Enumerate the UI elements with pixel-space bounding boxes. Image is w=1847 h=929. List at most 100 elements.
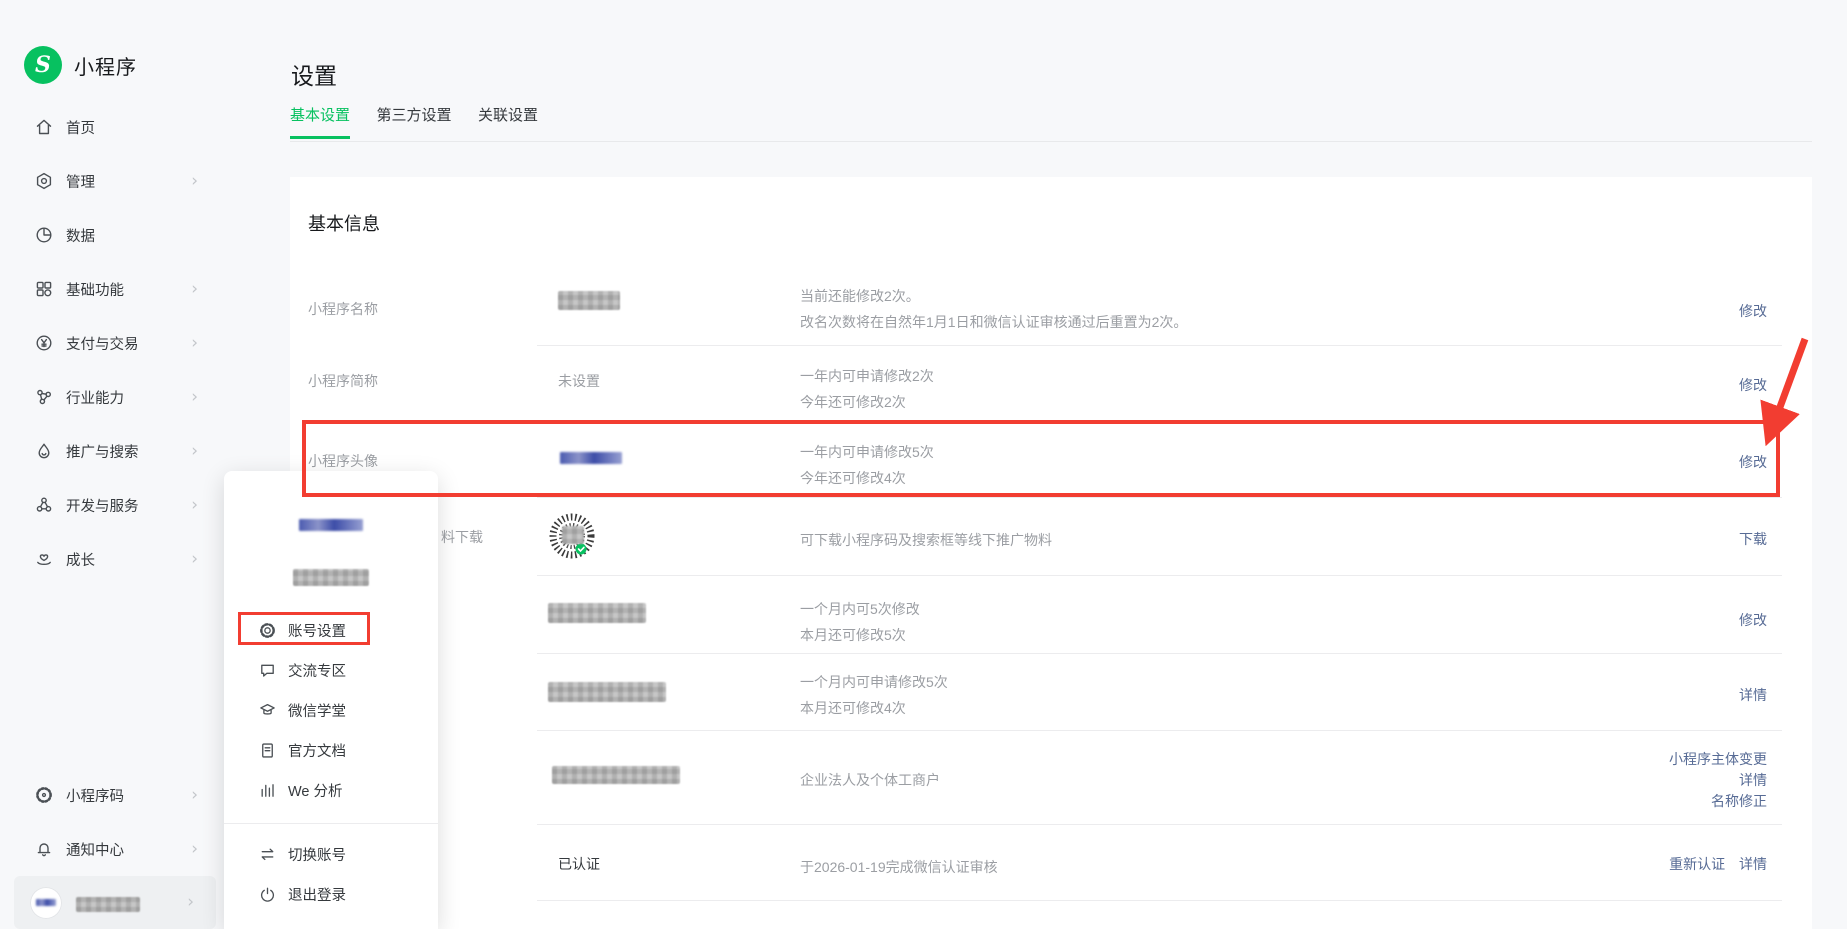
sidebar-item-label: 小程序码: [66, 785, 124, 806]
name-correction-link[interactable]: 名称修正: [1711, 791, 1767, 811]
verification-detail-link[interactable]: 详情: [1739, 856, 1767, 872]
chevron-right-icon: ›: [191, 335, 198, 352]
miniprogram-logo-icon: S: [24, 46, 62, 84]
row-divider: [537, 345, 1782, 346]
row-name-label: 小程序名称: [308, 299, 378, 319]
graduation-cap-icon: [258, 701, 277, 720]
sidebar-item-development[interactable]: 开发与服务 ›: [0, 478, 232, 532]
menu-item-label: 官方文档: [288, 740, 346, 761]
row-name-desc: 当前还能修改2次。 改名次数将在自然年1月1日和微信认证审核通过后重置为2次。: [800, 283, 1187, 335]
sidebar-item-industry[interactable]: 行业能力 ›: [0, 370, 232, 424]
settings-tabbar: 基本设置 第三方设置 关联设置: [290, 104, 1812, 142]
sidebar-item-label: 推广与搜索: [66, 441, 139, 462]
desc-line: 今年还可修改2次: [800, 389, 934, 415]
masked-row6-value: [548, 682, 666, 702]
detail-row6-link[interactable]: 详情: [1739, 685, 1767, 705]
menu-item-switch-account[interactable]: 切换账号: [224, 834, 438, 874]
row5-desc: 一个月内可5次修改 本月还可修改5次: [800, 596, 920, 648]
page-title: 设置: [291, 57, 337, 91]
sidebar-item-label: 数据: [66, 225, 95, 246]
chevron-right-icon: ›: [191, 787, 198, 804]
desc-line: 企业法人及个体工商户: [800, 767, 940, 793]
sidebar-item-label: 行业能力: [66, 387, 124, 408]
sidebar-item-payment[interactable]: 支付与交易 ›: [0, 316, 232, 370]
sidebar-item-minicode[interactable]: 小程序码 ›: [0, 768, 232, 822]
desc-line: 本月还可修改4次: [800, 695, 948, 721]
sidebar: S 小程序 首页 管理 › 数据 基础功能 › 支付与交易 › 行业能力 › 推…: [0, 0, 232, 929]
row-divider: [537, 575, 1782, 576]
row-subject-desc: 企业法人及个体工商户: [800, 767, 940, 793]
chevron-right-icon: ›: [191, 281, 198, 298]
sidebar-item-label: 首页: [66, 117, 95, 138]
annotation-highlight-avatar-row: [302, 420, 1780, 497]
menu-item-we-analytics[interactable]: We 分析: [224, 770, 438, 810]
chevron-right-icon: ›: [191, 841, 198, 858]
row-divider: [537, 497, 1782, 498]
account-popup-menu: 账号设置 交流专区 微信学堂 官方文档 We 分析 切换账号 退出登录: [224, 471, 438, 929]
brand: S 小程序: [24, 46, 137, 84]
download-material-link[interactable]: 下载: [1739, 529, 1767, 549]
reverify-link[interactable]: 重新认证: [1669, 856, 1725, 872]
masked-subject-value: [552, 766, 680, 784]
sidebar-item-label: 成长: [66, 549, 95, 570]
manage-icon: [34, 171, 54, 191]
chevron-right-icon: ›: [191, 173, 198, 190]
sidebar-item-growth[interactable]: 成长 ›: [0, 532, 232, 586]
row-material-desc: 可下载小程序码及搜索框等线下推广物料: [800, 527, 1052, 553]
sidebar-item-notifications[interactable]: 通知中心 ›: [0, 822, 232, 876]
row-divider: [537, 824, 1782, 825]
user-avatar: [30, 887, 62, 919]
subject-detail-link[interactable]: 详情: [1739, 770, 1767, 790]
home-icon: [34, 117, 54, 137]
row-shortname-label: 小程序简称: [308, 371, 378, 391]
popup-divider: [224, 823, 438, 824]
bell-icon: [34, 839, 54, 859]
grid-icon: [34, 279, 54, 299]
annotation-arrow: [1745, 325, 1825, 470]
menu-item-community[interactable]: 交流专区: [224, 650, 438, 690]
masked-popup-account-name: [293, 569, 369, 586]
yen-circle-icon: [34, 333, 54, 353]
power-icon: [258, 885, 277, 904]
masked-row5-value: [548, 603, 646, 623]
masked-miniprogram-name: [558, 291, 620, 310]
row-divider: [537, 900, 1782, 901]
tab-thirdparty-settings[interactable]: 第三方设置: [376, 104, 451, 136]
sidebar-item-data[interactable]: 数据: [0, 208, 232, 262]
row-verification-desc: 于2026-01-19完成微信认证审核: [800, 854, 998, 880]
subject-change-link[interactable]: 小程序主体变更: [1669, 749, 1767, 769]
wechat-miniprogram-console-settings: { "colors":{"accent_green":"#07c160","li…: [0, 0, 1847, 929]
sidebar-user-account[interactable]: ›: [14, 876, 216, 929]
annotation-highlight-account-settings: [238, 612, 370, 645]
bar-chart-icon: [258, 781, 277, 800]
menu-item-label: 切换账号: [288, 844, 346, 865]
menu-item-label: 交流专区: [288, 660, 346, 681]
modify-name-link[interactable]: 修改: [1739, 301, 1767, 321]
hands-heart-icon: [34, 549, 54, 569]
desc-line: 一个月内可申请修改5次: [800, 669, 948, 695]
document-icon: [258, 741, 277, 760]
sidebar-item-label: 支付与交易: [66, 333, 139, 354]
masked-qr-center: [562, 526, 584, 544]
card-title: 基本信息: [308, 210, 380, 236]
menu-item-wechat-class[interactable]: 微信学堂: [224, 690, 438, 730]
sidebar-item-manage[interactable]: 管理 ›: [0, 154, 232, 208]
shortname-value: 未设置: [558, 371, 600, 391]
row6-desc: 一个月内可申请修改5次 本月还可修改4次: [800, 669, 948, 721]
tab-related-settings[interactable]: 关联设置: [478, 104, 538, 136]
chevron-right-icon: ›: [191, 443, 198, 460]
desc-line: 于2026-01-19完成微信认证审核: [800, 854, 998, 880]
modify-row5-link[interactable]: 修改: [1739, 610, 1767, 630]
sidebar-item-home[interactable]: 首页: [0, 100, 232, 154]
chevron-right-icon: ›: [191, 389, 198, 406]
masked-user-name: [76, 897, 140, 912]
nodes-icon: [34, 495, 54, 515]
sidebar-item-basic-functions[interactable]: 基础功能 ›: [0, 262, 232, 316]
row-divider: [537, 730, 1782, 731]
menu-item-label: We 分析: [288, 780, 343, 801]
menu-item-official-docs[interactable]: 官方文档: [224, 730, 438, 770]
chevron-right-icon: ›: [191, 551, 198, 568]
menu-item-logout[interactable]: 退出登录: [224, 874, 438, 914]
sidebar-item-promotion[interactable]: 推广与搜索 ›: [0, 424, 232, 478]
tab-basic-settings[interactable]: 基本设置: [290, 104, 350, 139]
